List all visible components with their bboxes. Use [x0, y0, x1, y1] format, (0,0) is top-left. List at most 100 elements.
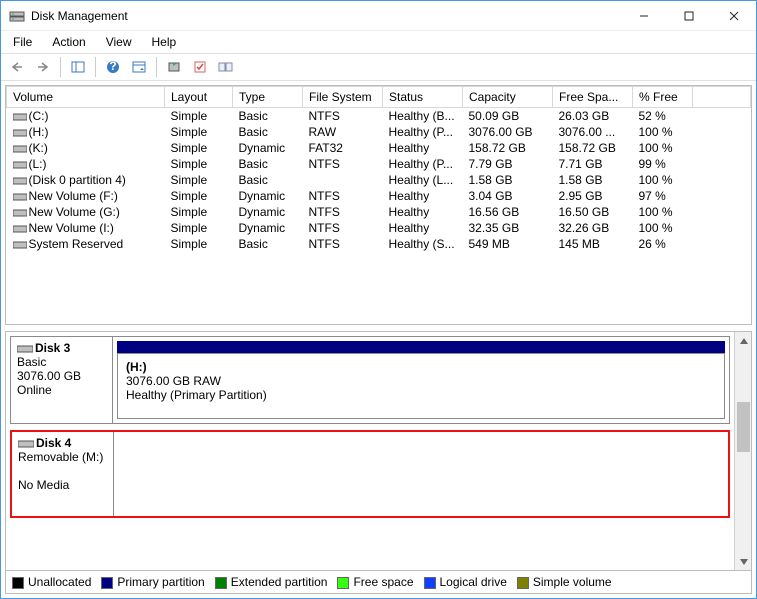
back-button[interactable]: [5, 56, 29, 78]
table-row[interactable]: (L:)SimpleBasicNTFSHealthy (P...7.79 GB7…: [7, 156, 751, 172]
cell-fs: NTFS: [303, 204, 383, 220]
menu-file[interactable]: File: [5, 33, 40, 51]
disk-name: Disk 3: [35, 341, 70, 355]
toolbar-separator: [95, 57, 96, 77]
table-row[interactable]: (C:)SimpleBasicNTFSHealthy (B...50.09 GB…: [7, 108, 751, 125]
toolbar-separator: [156, 57, 157, 77]
cell-pct: 100 %: [633, 140, 693, 156]
swatch-icon: [12, 577, 24, 589]
col-filesystem[interactable]: File System: [303, 87, 383, 108]
partition-size: 3076.00 GB RAW: [126, 374, 716, 388]
help-button[interactable]: ?: [101, 56, 125, 78]
scroll-up-button[interactable]: [735, 332, 752, 349]
cell-status: Healthy: [383, 140, 463, 156]
settings-button[interactable]: [214, 56, 238, 78]
disk-layout-pane: Disk 3 Basic 3076.00 GB Online (H:) 3076…: [5, 331, 752, 571]
swatch-icon: [101, 577, 113, 589]
cell-status: Healthy (B...: [383, 108, 463, 125]
col-capacity[interactable]: Capacity: [463, 87, 553, 108]
table-row[interactable]: System ReservedSimpleBasicNTFSHealthy (S…: [7, 236, 751, 252]
table-row[interactable]: (K:)SimpleDynamicFAT32Healthy158.72 GB15…: [7, 140, 751, 156]
volume-list-pane: Volume Layout Type File System Status Ca…: [5, 85, 752, 325]
menu-bar: File Action View Help: [1, 31, 756, 53]
show-hide-tree-button[interactable]: [66, 56, 90, 78]
menu-view[interactable]: View: [98, 33, 140, 51]
volume-name: New Volume (I:): [29, 221, 114, 235]
maximize-button[interactable]: [666, 1, 711, 30]
volume-name: (H:): [29, 125, 49, 139]
volume-name: (Disk 0 partition 4): [29, 173, 126, 187]
refresh-button[interactable]: [162, 56, 186, 78]
volume-icon: [13, 144, 27, 154]
cell-free: 1.58 GB: [553, 172, 633, 188]
table-row[interactable]: New Volume (G:)SimpleDynamicNTFSHealthy1…: [7, 204, 751, 220]
disk-kind: Basic: [17, 355, 106, 369]
volume-table[interactable]: Volume Layout Type File System Status Ca…: [6, 86, 751, 252]
minimize-button[interactable]: [621, 1, 666, 30]
table-row[interactable]: New Volume (I:)SimpleDynamicNTFSHealthy3…: [7, 220, 751, 236]
swatch-icon: [517, 577, 529, 589]
volume-icon: [13, 128, 27, 138]
forward-button[interactable]: [31, 56, 55, 78]
menu-action[interactable]: Action: [44, 33, 93, 51]
legend-extended: Extended partition: [215, 575, 328, 589]
col-layout[interactable]: Layout: [165, 87, 233, 108]
volume-icon: [13, 224, 27, 234]
table-row[interactable]: (H:)SimpleBasicRAWHealthy (P...3076.00 G…: [7, 124, 751, 140]
col-volume[interactable]: Volume: [7, 87, 165, 108]
cell-pct: 99 %: [633, 156, 693, 172]
disk-row-disk3[interactable]: Disk 3 Basic 3076.00 GB Online (H:) 3076…: [10, 336, 730, 424]
table-row[interactable]: (Disk 0 partition 4)SimpleBasicHealthy (…: [7, 172, 751, 188]
close-button[interactable]: [711, 1, 756, 30]
cell-pct: 100 %: [633, 172, 693, 188]
cell-free: 145 MB: [553, 236, 633, 252]
vertical-scrollbar[interactable]: [734, 332, 751, 570]
toolbar-separator: [60, 57, 61, 77]
disk-row-disk4[interactable]: Disk 4 Removable (M:) No Media: [10, 430, 730, 518]
cell-pct: 97 %: [633, 188, 693, 204]
scroll-thumb[interactable]: [737, 402, 750, 452]
disk-state: Online: [17, 383, 106, 397]
legend-unallocated: Unallocated: [12, 575, 91, 589]
disk-info: Disk 3 Basic 3076.00 GB Online: [11, 337, 113, 423]
swatch-icon: [337, 577, 349, 589]
cell-capacity: 549 MB: [463, 236, 553, 252]
action-list-button[interactable]: [127, 56, 151, 78]
cell-free: 7.71 GB: [553, 156, 633, 172]
cell-layout: Simple: [165, 172, 233, 188]
cell-free: 2.95 GB: [553, 188, 633, 204]
partition-box[interactable]: (H:) 3076.00 GB RAW Healthy (Primary Par…: [117, 353, 725, 419]
volume-icon: [13, 240, 27, 250]
disk-info: Disk 4 Removable (M:) No Media: [12, 432, 114, 516]
cell-layout: Simple: [165, 220, 233, 236]
table-row[interactable]: New Volume (F:)SimpleDynamicNTFSHealthy3…: [7, 188, 751, 204]
cell-free: 16.50 GB: [553, 204, 633, 220]
col-status[interactable]: Status: [383, 87, 463, 108]
volume-icon: [13, 192, 27, 202]
partition-status: Healthy (Primary Partition): [126, 388, 716, 402]
cell-type: Dynamic: [233, 188, 303, 204]
menu-help[interactable]: Help: [144, 33, 185, 51]
cell-type: Basic: [233, 124, 303, 140]
cell-type: Basic: [233, 236, 303, 252]
cell-pct: 100 %: [633, 204, 693, 220]
cell-fs: [303, 172, 383, 188]
rescan-button[interactable]: [188, 56, 212, 78]
legend-free: Free space: [337, 575, 413, 589]
cell-fs: NTFS: [303, 220, 383, 236]
svg-text:?: ?: [109, 60, 116, 73]
scroll-down-button[interactable]: [735, 553, 752, 570]
cell-status: Healthy: [383, 188, 463, 204]
col-type[interactable]: Type: [233, 87, 303, 108]
cell-layout: Simple: [165, 108, 233, 125]
cell-fs: RAW: [303, 124, 383, 140]
cell-capacity: 3076.00 GB: [463, 124, 553, 140]
col-pctfree[interactable]: % Free: [633, 87, 693, 108]
swatch-icon: [215, 577, 227, 589]
disk-icon: [18, 439, 36, 449]
col-freespace[interactable]: Free Spa...: [553, 87, 633, 108]
cell-fs: NTFS: [303, 108, 383, 125]
cell-capacity: 32.35 GB: [463, 220, 553, 236]
cell-pct: 26 %: [633, 236, 693, 252]
disk-kind: Removable (M:): [18, 450, 107, 464]
